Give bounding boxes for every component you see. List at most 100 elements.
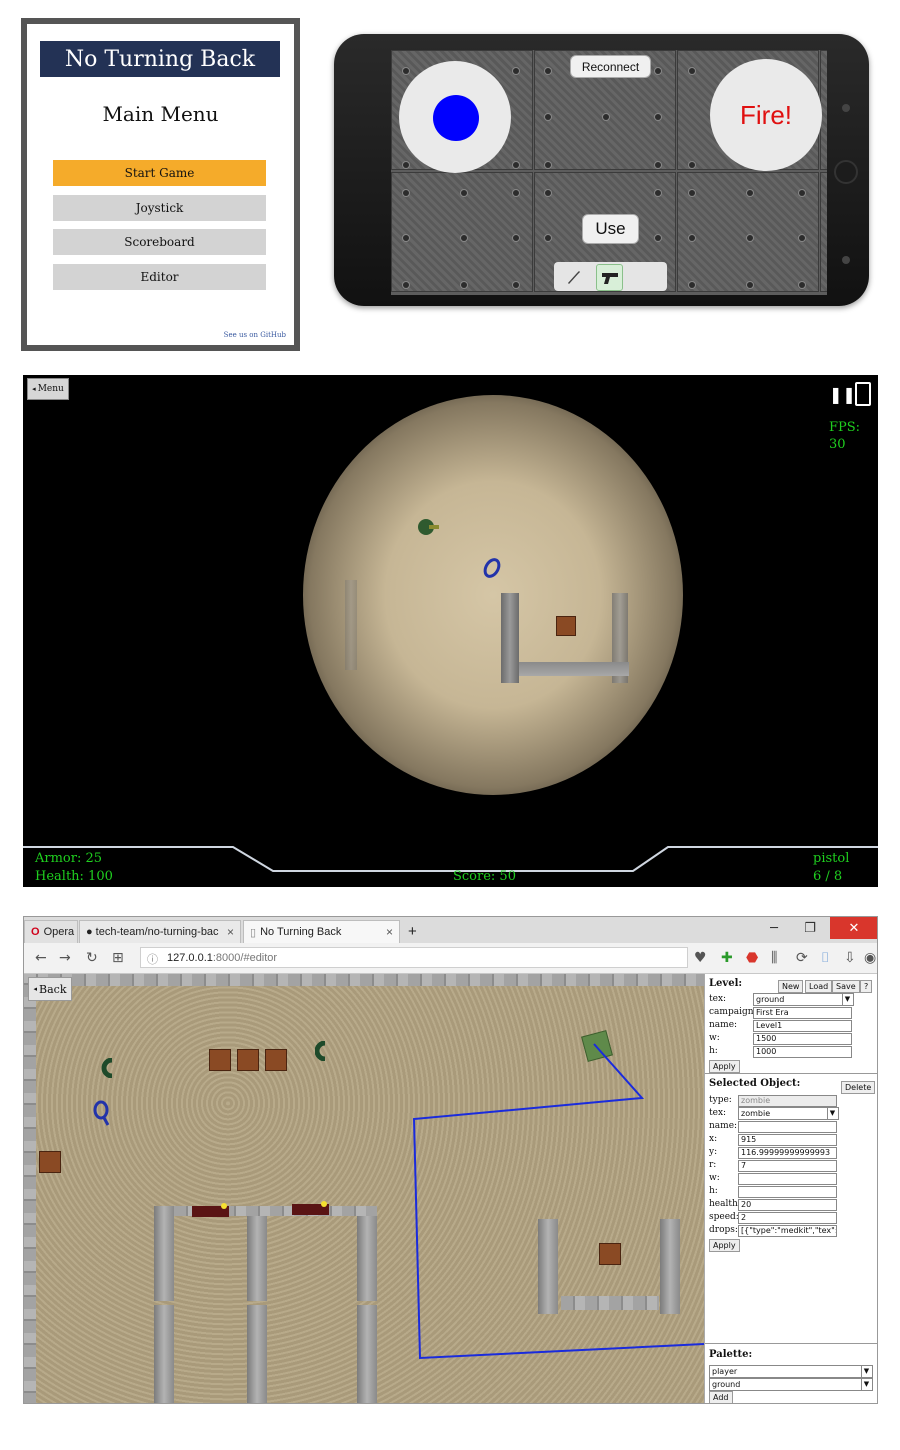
weapon-selector xyxy=(554,262,667,291)
score-readout: Score: 50 xyxy=(453,869,516,884)
address-bar[interactable]: ⓘ 127.0.0.1:8000/#editor xyxy=(140,947,688,968)
plus-extension-icon[interactable]: ✚ xyxy=(721,950,733,966)
object-w-field[interactable] xyxy=(738,1173,837,1185)
tab-github[interactable]: ● tech-team/no-turning-bac × xyxy=(79,920,241,943)
treasure-chest xyxy=(556,616,576,636)
opera-menu-label: Opera xyxy=(43,926,75,938)
object-drops-field[interactable]: [{"type":"medkit","tex":"gold xyxy=(738,1225,837,1237)
new-level-button[interactable]: New xyxy=(778,980,804,993)
heart-icon[interactable]: ♥ xyxy=(694,950,707,966)
level-editor-canvas[interactable]: ◂ Back xyxy=(24,974,704,1403)
zombie-patrol-path xyxy=(412,1043,704,1360)
field-label: campaign: xyxy=(709,1007,757,1017)
delete-object-button[interactable]: Delete xyxy=(841,1081,876,1094)
object-name-field[interactable] xyxy=(738,1121,837,1133)
chevron-down-icon: ▼ xyxy=(842,994,852,1005)
field-label: r: xyxy=(709,1160,717,1170)
forward-arrow-icon[interactable]: → xyxy=(59,950,71,966)
level-height-field[interactable]: 1000 xyxy=(753,1046,852,1058)
speed-dial-icon[interactable]: ⊞ xyxy=(112,950,124,966)
fire-button[interactable]: Fire! xyxy=(710,59,822,171)
field-label: drops: xyxy=(709,1225,738,1235)
minimize-icon[interactable]: ─ xyxy=(756,917,792,939)
campaign-field[interactable]: First Era xyxy=(753,1007,852,1019)
tab-bar: O Opera ● tech-team/no-turning-bac × ▯ N… xyxy=(24,917,877,944)
palette-tex-select[interactable]: ground ▼ xyxy=(709,1378,873,1391)
game-title: No Turning Back xyxy=(40,41,280,77)
wall-segment xyxy=(519,662,629,676)
field-label: name: xyxy=(709,1121,738,1131)
account-icon[interactable]: ◉ xyxy=(864,950,876,966)
download-icon[interactable]: ⇩ xyxy=(844,950,856,966)
load-level-button[interactable]: Load xyxy=(805,980,833,993)
object-h-field[interactable] xyxy=(738,1186,837,1198)
level-name-field[interactable]: Level1 xyxy=(753,1020,852,1032)
pause-icon[interactable]: ❚❚ xyxy=(829,385,856,404)
wall-segment xyxy=(345,580,357,670)
field-label: type: xyxy=(709,1095,732,1105)
divider xyxy=(705,1073,877,1074)
pistol-icon[interactable] xyxy=(596,264,623,291)
palette-type-select[interactable]: player ▼ xyxy=(709,1365,873,1378)
object-r-field[interactable]: 7 xyxy=(738,1160,837,1172)
close-tab-icon[interactable]: × xyxy=(227,925,234,939)
controller-screen: Reconnect Fire! Use xyxy=(391,50,827,295)
joystick-knob[interactable] xyxy=(433,95,479,141)
github-icon: ● xyxy=(86,926,93,938)
camera-icon[interactable]: ⌷ xyxy=(821,950,829,966)
equalizer-icon[interactable]: ⫼ xyxy=(771,950,777,966)
object-speed-field[interactable]: 2 xyxy=(738,1212,837,1224)
select-value: ground xyxy=(756,995,785,1004)
reconnect-button[interactable]: Reconnect xyxy=(570,55,651,78)
github-link[interactable]: See us on GitHub xyxy=(224,331,286,339)
tab-no-turning-back[interactable]: ▯ No Turning Back × xyxy=(243,920,400,943)
joystick-button[interactable]: Joystick xyxy=(53,195,266,221)
opera-menu-button[interactable]: O Opera xyxy=(24,920,78,943)
object-type-field: zombie xyxy=(738,1095,837,1107)
main-menu-screenshot: No Turning Back Main Menu Start Game Joy… xyxy=(21,18,300,351)
reload-icon[interactable]: ↻ xyxy=(86,950,98,966)
field-label: health: xyxy=(709,1199,741,1209)
properties-panel: Level: New Load Save ? tex: ground ▼ camp… xyxy=(704,974,877,1403)
palette-title: Palette: xyxy=(709,1349,753,1360)
field-label: tex: xyxy=(709,1108,727,1118)
divider xyxy=(705,1343,877,1344)
health-readout: Health: 100 xyxy=(35,869,113,884)
start-game-button[interactable]: Start Game xyxy=(53,160,266,186)
knife-icon[interactable] xyxy=(561,264,586,289)
save-level-button[interactable]: Save xyxy=(832,980,860,993)
close-window-icon[interactable]: ✕ xyxy=(830,917,877,939)
object-tex-select[interactable]: zombie ▼ xyxy=(738,1107,839,1120)
palette-add-button[interactable]: Add xyxy=(709,1391,733,1403)
selected-object-title: Selected Object: xyxy=(709,1078,801,1089)
new-tab-button[interactable]: + xyxy=(402,920,426,943)
object-apply-button[interactable]: Apply xyxy=(709,1239,740,1252)
opera-logo-icon: O xyxy=(31,926,40,938)
select-value: zombie xyxy=(741,1109,771,1118)
metal-plate xyxy=(820,172,827,292)
level-apply-button[interactable]: Apply xyxy=(709,1060,740,1073)
scoreboard-button[interactable]: Scoreboard xyxy=(53,229,266,255)
object-y-field[interactable]: 116.99999999999993 xyxy=(738,1147,837,1159)
level-tex-select[interactable]: ground ▼ xyxy=(753,993,854,1006)
object-x-field[interactable]: 915 xyxy=(738,1134,837,1146)
maximize-icon[interactable]: ❐ xyxy=(792,917,828,939)
help-button[interactable]: ? xyxy=(860,980,873,993)
use-button[interactable]: Use xyxy=(582,214,639,244)
chevron-down-icon: ▼ xyxy=(861,1379,871,1390)
joystick-pad[interactable] xyxy=(399,61,511,173)
close-tab-icon[interactable]: × xyxy=(386,925,393,939)
chevron-down-icon: ▼ xyxy=(827,1108,837,1119)
phone-icon[interactable] xyxy=(855,382,871,406)
sync-icon[interactable]: ⟳ xyxy=(796,950,808,966)
back-button[interactable]: ◂ Back xyxy=(28,977,72,1001)
field-label: name: xyxy=(709,1020,738,1030)
object-health-field[interactable]: 20 xyxy=(738,1199,837,1211)
zombie-sprite xyxy=(418,519,439,535)
editor-button[interactable]: Editor xyxy=(53,264,266,290)
adblock-icon[interactable]: ⬣ xyxy=(746,950,758,966)
site-info-icon[interactable]: ⓘ xyxy=(147,951,158,967)
menu-button[interactable]: ◂ Menu xyxy=(27,378,69,400)
back-arrow-icon[interactable]: ← xyxy=(35,950,47,966)
level-width-field[interactable]: 1500 xyxy=(753,1033,852,1045)
